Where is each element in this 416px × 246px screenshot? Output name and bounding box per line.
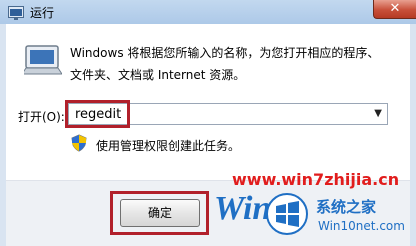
ok-highlight-box — [110, 191, 209, 235]
dialog-description: Windows 将根据您所输入的名称，为您打开相应的程序、 文件夹、文档或 In… — [70, 42, 400, 86]
title-bar: 运行 ✕ — [0, 0, 416, 24]
close-icon: ✕ — [389, 1, 401, 16]
watermark-site-cn: 系统之家 — [316, 198, 377, 216]
open-label: 打开(O): — [18, 110, 65, 124]
run-app-icon — [8, 5, 24, 24]
watermark-site-en: Win10net.com — [318, 219, 405, 233]
watermark-url: www.win7zhijia.cn — [232, 170, 400, 189]
description-line-1: Windows 将根据您所输入的名称，为您打开相应的程序、 — [70, 46, 380, 60]
windows-logo-icon — [262, 192, 312, 240]
close-button[interactable]: ✕ — [373, 0, 416, 19]
window-title: 运行 — [30, 6, 55, 20]
description-line-2: 文件夹、文档或 Internet 资源。 — [70, 68, 246, 82]
dropdown-arrow-icon[interactable]: ▼ — [374, 108, 382, 119]
uac-shield-icon — [71, 134, 87, 156]
run-dialog-icon — [21, 42, 63, 80]
admin-privilege-note: 使用管理权限创建此任务。 — [96, 139, 241, 153]
input-highlight-box — [65, 100, 130, 128]
